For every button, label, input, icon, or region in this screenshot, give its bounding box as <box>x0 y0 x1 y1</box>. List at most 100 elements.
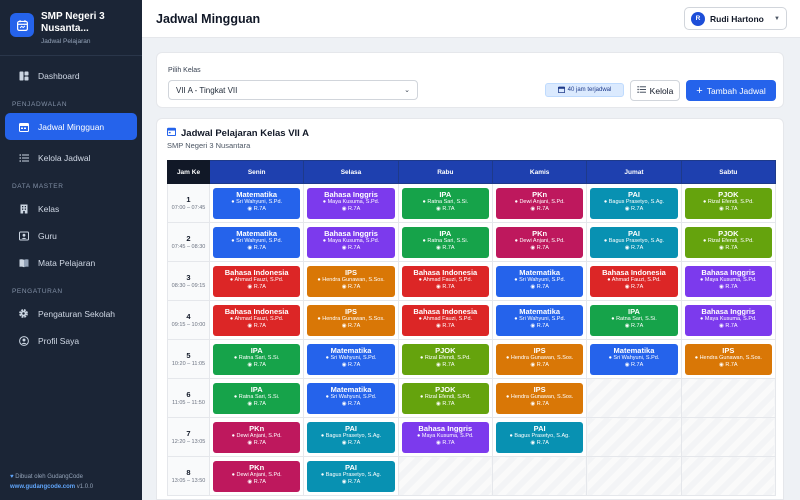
lesson-card[interactable]: PAI ● Bagus Prasetyo, S.Ag. ◉ R.7A <box>307 460 395 492</box>
room-line: ◉ R.7A <box>685 284 772 291</box>
sidebar-item-guru[interactable]: Guru <box>5 222 137 249</box>
teacher-line: ● Ratna Sari, S.Si. <box>590 316 677 323</box>
lesson-card[interactable]: PKn ● Dewi Anjani, S.Pd. ◉ R.7A <box>213 421 301 453</box>
sidebar-item-profil-saya[interactable]: Profil Saya <box>5 327 137 354</box>
sidebar-item-dashboard[interactable]: Dashboard <box>5 62 137 89</box>
add-schedule-button[interactable]: + Tambah Jadwal <box>686 80 776 101</box>
lesson-card[interactable]: Bahasa Inggris ● Maya Kusuma, S.Pd. ◉ R.7A <box>307 187 395 219</box>
person-card-icon <box>18 230 29 241</box>
brand[interactable]: SMP Negeri 3 Nusanta... Jadwal Pelajaran <box>0 0 142 56</box>
lesson-card[interactable]: Bahasa Indonesia ● Ahmad Fauzi, S.Pd. ◉ R.… <box>213 265 301 297</box>
sidebar-item-pengaturan-sekolah[interactable]: Pengaturan Sekolah <box>5 300 137 327</box>
schedule-table: Jam Ke Senin Selasa Rabu Kamis Jumat Sab… <box>167 160 777 496</box>
sidebar-item-label: Dashboard <box>38 70 80 81</box>
sidebar-item-kelas[interactable]: Kelas <box>5 195 137 222</box>
map-pin-icon: ◉ <box>341 361 347 368</box>
subject-name: PKn <box>532 189 548 199</box>
lesson-card[interactable]: Bahasa Inggris ● Maya Kusuma, S.Pd. ◉ R.7A <box>401 421 489 453</box>
lesson-card[interactable]: PAI ● Bagus Prasetyo, S.Ag. ◉ R.7A <box>495 421 584 453</box>
user-icon: ● <box>233 354 238 361</box>
lesson-card[interactable]: Matematika ● Sri Wahyuni, S.Pd. ◉ R.7A <box>495 265 584 297</box>
schedule-slot: PAI ● Bagus Prasetyo, S.Ag. ◉ R.7A <box>491 417 588 457</box>
lesson-card[interactable]: IPS ● Hendra Gunawan, S.Sos. ◉ R.7A <box>307 304 395 336</box>
user-icon: ● <box>229 315 234 322</box>
schedule-slot: Matematika ● Sri Wahyuni, S.Pd. ◉ R.7A <box>208 183 305 223</box>
lesson-card[interactable]: IPA ● Ratna Sari, S.Si. ◉ R.7A <box>213 343 301 375</box>
table-row: 3 08:30 – 09:15 Bahasa Indonesia ● Ahmad Fa… <box>167 261 777 301</box>
lesson-card[interactable]: Bahasa Inggris ● Maya Kusuma, S.Pd. ◉ R.7A <box>684 265 772 297</box>
lesson-card[interactable]: Bahasa Inggris ● Maya Kusuma, S.Pd. ◉ R.7A <box>307 226 395 258</box>
user-name: Rudi Hartono <box>710 13 764 24</box>
teacher-line: ● Bagus Prasetyo, S.Ag. <box>307 433 394 440</box>
column-header-day: Jumat <box>586 160 682 184</box>
lesson-card[interactable]: Matematika ● Sri Wahyuni, S.Pd. ◉ R.7A <box>307 343 395 375</box>
room-line: ◉ R.7A <box>496 206 583 213</box>
schedule-slot: Matematika ● Sri Wahyuni, S.Pd. ◉ R.7A <box>491 261 588 301</box>
lesson-card[interactable]: Bahasa Indonesia ● Ahmad Fauzi, S.Pd. ◉ R.… <box>401 265 489 297</box>
made-by-text: Dibuat oleh GudangCode <box>15 474 83 480</box>
lesson-card[interactable]: PKn ● Dewi Anjani, S.Pd. ◉ R.7A <box>213 460 301 492</box>
empty-slot <box>491 456 588 496</box>
room-line: ◉ R.7A <box>496 245 583 252</box>
lesson-card[interactable]: PJOK ● Rizal Efendi, S.Pd. ◉ R.7A <box>684 187 772 219</box>
map-pin-icon: ◉ <box>719 361 724 368</box>
room-name: R.7A <box>253 361 266 368</box>
lesson-card[interactable]: PAI ● Bagus Prasetyo, S.Ag. ◉ R.7A <box>307 421 395 453</box>
period-cell: 3 08:30 – 09:15 <box>167 261 210 301</box>
footer-link[interactable]: www.gudangcode.com <box>10 484 75 490</box>
schedule-title-text: Jadwal Pelajaran Kelas VII A <box>181 127 309 139</box>
lesson-card[interactable]: IPA ● Ratna Sari, S.Si. ◉ R.7A <box>590 304 678 336</box>
lesson-card[interactable]: Bahasa Indonesia ● Ahmad Fauzi, S.Pd. ◉ R.… <box>213 304 301 336</box>
user-icon: ● <box>417 432 421 439</box>
lesson-card[interactable]: Matematika ● Sri Wahyuni, S.Pd. ◉ R.7A <box>495 304 584 336</box>
schedule-slot: PAI ● Bagus Prasetyo, S.Ag. ◉ R.7A <box>586 222 682 262</box>
lesson-card[interactable]: PAI ● Bagus Prasetyo, S.Ag. ◉ R.7A <box>590 187 678 219</box>
subject-name: IPA <box>250 384 263 394</box>
room-name: R.7A <box>442 439 455 446</box>
lesson-card[interactable]: Matematika ● Sri Wahyuni, S.Pd. ◉ R.7A <box>213 187 301 219</box>
room-line: ◉ R.7A <box>213 284 300 291</box>
lesson-card[interactable]: PKn ● Dewi Anjani, S.Pd. ◉ R.7A <box>495 187 584 219</box>
room-name: R.7A <box>348 322 361 329</box>
room-name: R.7A <box>348 361 361 368</box>
room-line: ◉ R.7A <box>496 362 583 369</box>
lesson-card[interactable]: Bahasa Indonesia ● Ahmad Fauzi, S.Pd. ◉ R.… <box>401 304 489 336</box>
lesson-card[interactable]: IPS ● Hendra Gunawan, S.Sos. ◉ R.7A <box>495 343 584 375</box>
lesson-card[interactable]: IPA ● Ratna Sari, S.Si. ◉ R.7A <box>213 382 301 414</box>
user-icon: ● <box>422 198 426 205</box>
user-menu-button[interactable]: R Rudi Hartono ▼ <box>684 7 787 30</box>
teacher-name: Dewi Anjani, S.Pd. <box>519 237 565 244</box>
lesson-card[interactable]: PJOK ● Rizal Efendi, S.Pd. ◉ R.7A <box>401 382 489 414</box>
class-select[interactable]: VII A - Tingkat VII ⌄ <box>168 80 418 100</box>
lesson-card[interactable]: IPA ● Ratna Sari, S.Si. ◉ R.7A <box>401 226 489 258</box>
lesson-card[interactable]: PJOK ● Rizal Efendi, S.Pd. ◉ R.7A <box>684 226 772 258</box>
sidebar-item-mata-pelajaran[interactable]: Mata Pelajaran <box>5 249 137 276</box>
lesson-card[interactable]: PJOK ● Rizal Efendi, S.Pd. ◉ R.7A <box>401 343 489 375</box>
map-pin-icon: ◉ <box>247 400 253 407</box>
lesson-card[interactable]: Matematika ● Sri Wahyuni, S.Pd. ◉ R.7A <box>213 226 301 258</box>
kelola-button-label: Kelola <box>649 85 674 96</box>
column-header-day: Sabtu <box>680 160 777 184</box>
lesson-card[interactable]: Matematika ● Sri Wahyuni, S.Pd. ◉ R.7A <box>307 382 395 414</box>
lesson-card[interactable]: IPA ● Ratna Sari, S.Si. ◉ R.7A <box>401 187 489 219</box>
teacher-name: Dewi Anjani, S.Pd. <box>519 198 565 205</box>
sidebar-item-kelola-jadwal[interactable]: Kelola Jadwal <box>5 144 137 171</box>
user-icon: ● <box>231 198 235 205</box>
lesson-card[interactable]: PKn ● Dewi Anjani, S.Pd. ◉ R.7A <box>495 226 584 258</box>
lesson-card[interactable]: Bahasa Indonesia ● Ahmad Fauzi, S.Pd. ◉ R.… <box>590 265 678 297</box>
room-name: R.7A <box>348 439 361 446</box>
schedule-card: Jadwal Pelajaran Kelas VII A SMP Negeri … <box>156 118 784 500</box>
room-line: ◉ R.7A <box>496 440 583 447</box>
sidebar-item-jadwal-mingguan[interactable]: Jadwal Mingguan <box>5 113 137 140</box>
schedule-slot: IPA ● Ratna Sari, S.Si. ◉ R.7A <box>397 183 493 223</box>
lesson-card[interactable]: IPS ● Hendra Gunawan, S.Sos. ◉ R.7A <box>307 265 395 297</box>
heart-icon: ♥ <box>10 474 14 480</box>
lesson-card[interactable]: PAI ● Bagus Prasetyo, S.Ag. ◉ R.7A <box>590 226 678 258</box>
period-time: 13:05 – 13:50 <box>171 477 206 484</box>
lesson-card[interactable]: Bahasa Inggris ● Maya Kusuma, S.Pd. ◉ R.7A <box>684 304 772 336</box>
lesson-card[interactable]: IPS ● Hendra Gunawan, S.Sos. ◉ R.7A <box>684 343 772 375</box>
lesson-card[interactable]: IPS ● Hendra Gunawan, S.Sos. ◉ R.7A <box>495 382 584 414</box>
lesson-card[interactable]: Matematika ● Sri Wahyuni, S.Pd. ◉ R.7A <box>590 343 678 375</box>
kelola-button[interactable]: Kelola <box>630 80 680 101</box>
map-pin-icon: ◉ <box>436 283 441 290</box>
